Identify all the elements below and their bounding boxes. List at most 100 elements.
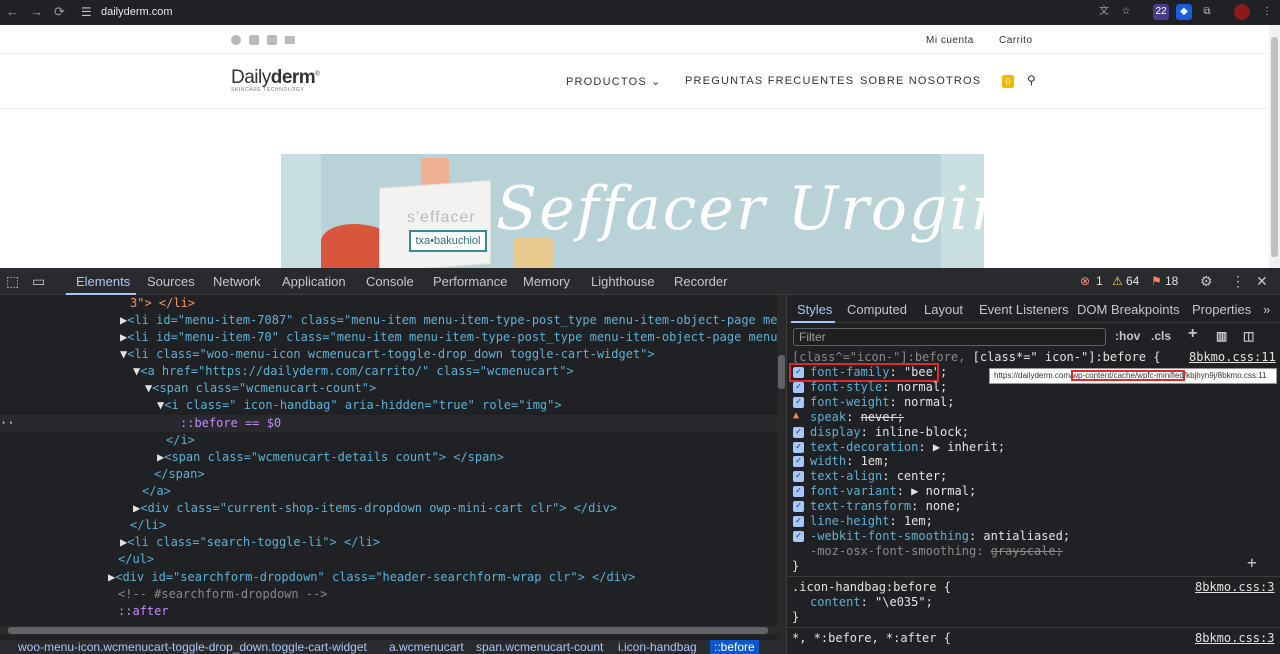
dom-line[interactable]: </li> <box>130 517 166 534</box>
css-property-inactive[interactable]: -moz-osx-font-smoothing: grayscale; <box>810 544 1063 559</box>
tab-event-listeners[interactable]: Event Listeners <box>979 302 1069 317</box>
pseudo-after-node[interactable]: ::after <box>118 603 169 620</box>
youtube-icon[interactable] <box>267 35 277 45</box>
checkbox-icon[interactable]: ✓ <box>793 531 804 542</box>
css-property[interactable]: speak: never; <box>810 410 904 425</box>
dom-line[interactable]: </ul> <box>118 551 154 568</box>
dom-line-selected[interactable]: ·· <box>0 415 14 432</box>
menu-kebab-icon[interactable]: ⋮ <box>1259 4 1275 20</box>
dom-comment[interactable]: <!-- #searchform-dropdown --> <box>118 586 328 603</box>
checkbox-icon[interactable]: ✓ <box>793 397 804 408</box>
tab-sources[interactable]: Sources <box>147 274 195 289</box>
tab-console[interactable]: Console <box>366 274 414 289</box>
site-logo[interactable]: Dailyderm® <box>231 67 320 89</box>
dom-line[interactable]: ▶<div class="current-shop-items-dropdown… <box>133 500 617 517</box>
more-options-icon[interactable]: ⋮ <box>1231 273 1245 290</box>
checkbox-icon[interactable]: ✓ <box>793 427 804 438</box>
dom-line[interactable]: ▼<li class="woo-menu-icon wcmenucart-tog… <box>120 346 655 363</box>
dom-line[interactable]: </span> <box>154 466 205 483</box>
dom-line[interactable]: ▼<a href="https://dailyderm.com/carrito/… <box>133 363 574 380</box>
dom-line[interactable]: ▶<div id="searchform-dropdown" class="he… <box>108 569 635 586</box>
forward-icon[interactable]: → <box>30 4 43 19</box>
pseudo-before-node[interactable]: ::before == $0 <box>180 415 281 432</box>
bitwarden-icon[interactable]: ◆ <box>1176 4 1192 20</box>
rule-source-link[interactable]: 8bkmo.css:3 <box>1195 580 1274 595</box>
breadcrumb-before[interactable]: ::before <box>710 640 759 654</box>
dom-line[interactable]: ▶<li id="menu-item-70" class="menu-item … <box>120 329 777 346</box>
css-property[interactable]: width: 1em; <box>810 454 889 469</box>
dom-line[interactable]: ▼<span class="wcmenucart-count"> <box>145 380 376 397</box>
warning-count[interactable]: 64 <box>1126 274 1139 288</box>
tab-lighthouse[interactable]: Lighthouse <box>591 274 655 289</box>
extensions-puzzle-icon[interactable]: ⧉ <box>1199 4 1215 20</box>
rule-source-link[interactable]: 8bkmo.css:3 <box>1195 631 1274 646</box>
reload-icon[interactable]: ⟳ <box>54 4 65 20</box>
issues-icon[interactable]: ⚑ <box>1151 274 1162 288</box>
email-icon[interactable] <box>285 36 295 44</box>
tab-styles[interactable]: Styles <box>797 302 832 317</box>
elements-dom-tree[interactable]: 3"> </li> ▶<li id="menu-item-7087" class… <box>0 295 777 640</box>
css-property[interactable]: display: inline-block; <box>810 425 969 440</box>
site-info-icon[interactable]: ☰ <box>81 5 92 19</box>
menu-productos[interactable]: PRODUCTOS ⌄ <box>566 75 662 88</box>
menu-faq[interactable]: PREGUNTAS FRECUENTES <box>685 75 854 87</box>
instagram-icon[interactable] <box>249 35 259 45</box>
error-icon[interactable]: ⊗ <box>1080 274 1090 288</box>
dom-line[interactable]: ▼<i class=" icon-handbag" aria-hidden="t… <box>157 397 562 414</box>
css-property[interactable]: content: "\e035"; <box>810 595 933 610</box>
device-toolbar-icon[interactable]: ▭ <box>32 273 45 290</box>
back-icon[interactable]: ← <box>6 4 19 19</box>
tab-network[interactable]: Network <box>213 274 261 289</box>
warning-icon[interactable]: ⚠ <box>1112 274 1123 288</box>
dom-line[interactable]: </i> <box>166 432 195 449</box>
tab-dom-breakpoints[interactable]: DOM Breakpoints <box>1077 302 1180 317</box>
checkbox-icon[interactable]: ✓ <box>793 456 804 467</box>
tab-performance[interactable]: Performance <box>433 274 507 289</box>
tab-memory[interactable]: Memory <box>523 274 570 289</box>
my-account-link[interactable]: Mi cuenta <box>926 35 974 46</box>
css-property[interactable]: text-align: center; <box>810 469 947 484</box>
rule-selector[interactable]: .icon-handbag:before { <box>792 580 951 595</box>
facebook-icon[interactable] <box>231 35 241 45</box>
css-property[interactable]: font-variant: ▶ normal; <box>810 484 976 499</box>
menu-about[interactable]: SOBRE NOSOTROS <box>860 75 981 87</box>
breadcrumb-span[interactable]: span.wcmenucart-count <box>476 640 603 654</box>
css-property[interactable]: font-weight: normal; <box>810 395 955 410</box>
breadcrumb-a[interactable]: a.wcmenucart <box>389 640 464 654</box>
error-count[interactable]: 1 <box>1096 274 1103 288</box>
css-property[interactable]: text-transform: none; <box>810 499 962 514</box>
dom-line[interactable]: </a> <box>142 483 171 500</box>
tab-layout[interactable]: Layout <box>924 302 963 317</box>
more-tabs-icon[interactable]: » <box>1263 302 1270 317</box>
css-property[interactable]: text-decoration: ▶ inherit; <box>810 440 1005 455</box>
translate-icon[interactable]: 文 <box>1096 4 1112 20</box>
breadcrumb-li[interactable]: woo-menu-icon.wcmenucart-toggle-drop_dow… <box>18 640 367 654</box>
breadcrumb-i[interactable]: i.icon-handbag <box>618 640 697 654</box>
inspect-element-icon[interactable]: ⬚ <box>6 273 19 290</box>
css-property[interactable]: font-style: normal; <box>810 380 947 395</box>
cls-toggle[interactable]: .cls <box>1151 329 1171 343</box>
settings-gear-icon[interactable]: ⚙ <box>1200 273 1213 290</box>
checkbox-icon[interactable]: ✓ <box>793 516 804 527</box>
hov-toggle[interactable]: :hov <box>1115 329 1140 343</box>
styles-filter-input[interactable]: Filter <box>793 328 1106 346</box>
tab-elements[interactable]: Elements <box>76 274 130 289</box>
tab-computed[interactable]: Computed <box>847 302 907 317</box>
dom-line[interactable]: ▶<span class="wcmenucart-details count">… <box>157 449 504 466</box>
rule-selector[interactable]: *, *:before, *:after { <box>792 631 951 646</box>
checkbox-icon[interactable]: ✓ <box>793 382 804 393</box>
add-property-icon[interactable]: + <box>1247 555 1257 571</box>
checkbox-icon[interactable]: ✓ <box>793 501 804 512</box>
dom-line[interactable]: ▶<li id="menu-item-7087" class="menu-ite… <box>120 312 777 329</box>
css-property[interactable]: line-height: 1em; <box>810 514 933 529</box>
issues-count[interactable]: 18 <box>1165 274 1178 288</box>
avatar[interactable] <box>1234 4 1250 20</box>
elements-scrollbar[interactable] <box>777 295 786 640</box>
dom-line[interactable]: 3"> </li> <box>130 295 195 312</box>
sidebar-toggle-icon[interactable]: ◫ <box>1243 329 1254 343</box>
checkbox-icon[interactable]: ✓ <box>793 486 804 497</box>
cart-count-badge[interactable]: 0 <box>1002 75 1014 88</box>
css-property[interactable]: -webkit-font-smoothing: antialiased; <box>810 529 1070 544</box>
tab-application[interactable]: Application <box>282 274 346 289</box>
checkbox-icon[interactable]: ✓ <box>793 442 804 453</box>
